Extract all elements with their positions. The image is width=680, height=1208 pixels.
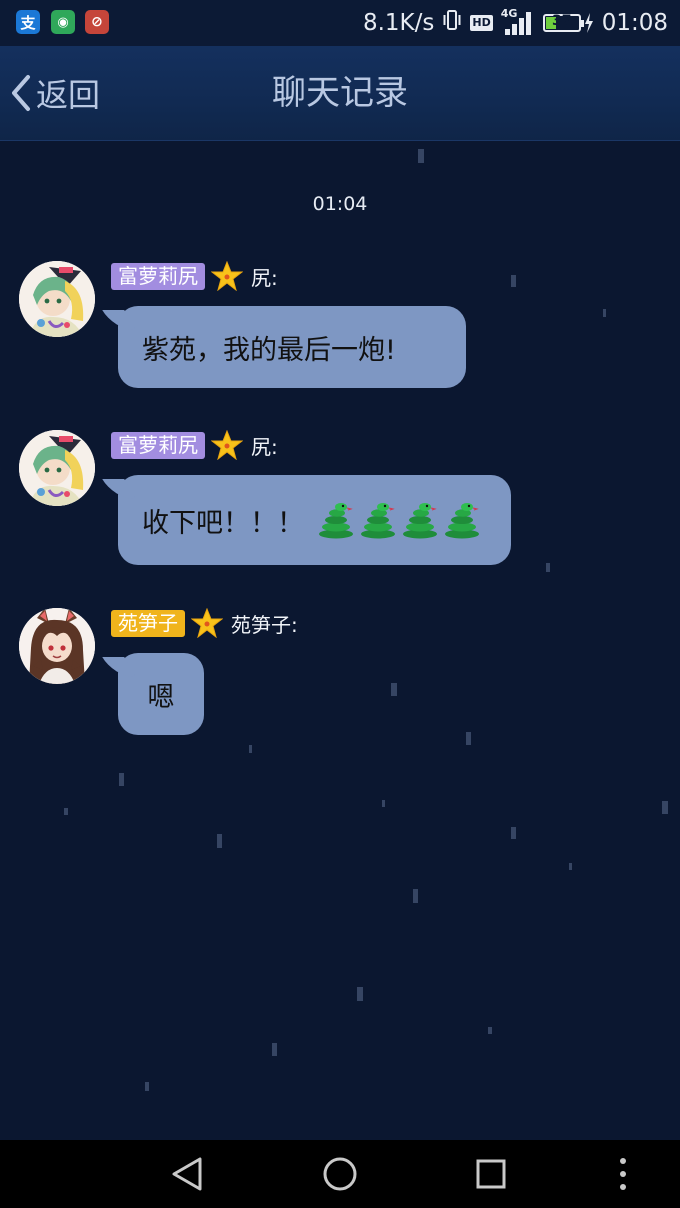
sender-name: 尻: xyxy=(251,265,278,290)
chat-message: 富萝莉尻 尻: 紫苑，我的最后一炮! xyxy=(0,261,680,391)
background-speck xyxy=(357,987,363,1001)
clock: 01:08 xyxy=(601,10,668,36)
nav-back-button[interactable] xyxy=(168,1154,208,1194)
member-title-tag: 苑笋子 xyxy=(111,609,185,637)
nav-recents-button[interactable] xyxy=(471,1154,511,1194)
star-icon xyxy=(211,430,243,460)
star-icon xyxy=(191,608,223,638)
message-bubble[interactable]: 紫苑，我的最后一炮! xyxy=(118,306,466,388)
background-speck xyxy=(64,808,68,815)
network-speed: 8.1K/s xyxy=(362,10,435,36)
background-speck xyxy=(662,801,668,814)
title-bar: 返回 聊天记录 xyxy=(0,46,680,141)
snake-emoji-icon xyxy=(319,503,353,539)
background-speck xyxy=(145,1082,149,1091)
star-icon xyxy=(211,261,243,291)
snake-emoji-icon xyxy=(361,503,395,539)
square-recents-icon xyxy=(476,1159,506,1189)
background-speck xyxy=(217,834,222,848)
nav-home-button[interactable] xyxy=(320,1154,360,1194)
vibrate-icon xyxy=(442,8,462,38)
alipay-icon: 支 xyxy=(16,10,40,34)
sender-name: 尻: xyxy=(251,434,278,459)
circle-home-icon xyxy=(323,1157,357,1191)
background-speck xyxy=(249,745,252,753)
chat-history[interactable]: 01:04 富萝莉尻 尻: 紫苑，我的最后一炮! 富萝莉尻 尻: 收下吧！！！ … xyxy=(0,141,680,1139)
chat-message: 富萝莉尻 尻: 收下吧！！！ xyxy=(0,430,680,570)
message-bubble[interactable]: 收下吧！！！ xyxy=(118,475,511,565)
snake-emoji-icon xyxy=(403,503,437,539)
avatar[interactable] xyxy=(19,261,95,337)
background-speck xyxy=(511,827,516,839)
message-bubble[interactable]: 嗯 xyxy=(118,653,204,735)
green-app-icon: ◉ xyxy=(51,10,75,34)
red-app-icon: ⊘ xyxy=(85,10,109,34)
signal-icon: 4G xyxy=(501,7,535,37)
sender-name: 苑笋子: xyxy=(231,612,298,637)
background-speck xyxy=(413,889,418,903)
message-text: 收下吧！！！ xyxy=(142,507,304,539)
background-speck xyxy=(382,800,385,807)
more-vertical-icon xyxy=(620,1158,626,1190)
background-speck xyxy=(418,149,424,163)
navigation-bar xyxy=(0,1140,680,1208)
background-speck xyxy=(569,863,572,870)
triangle-back-icon xyxy=(172,1157,202,1191)
charging-icon xyxy=(584,13,593,33)
hd-badge: HD xyxy=(470,15,493,31)
snake-emoji-icon xyxy=(445,503,479,539)
avatar[interactable] xyxy=(19,430,95,506)
member-title-tag: 富萝莉尻 xyxy=(111,431,205,459)
chat-message: 苑笋子 苑笋子: 嗯 xyxy=(0,608,680,738)
background-speck xyxy=(119,773,124,786)
battery-icon: 37 xyxy=(542,13,594,33)
status-bar: 支 ◉ ⊘ 8.1K/s HD 4G 37 01:08 xyxy=(0,0,680,46)
message-text: 紫苑，我的最后一炮! xyxy=(142,334,396,366)
emoji-group xyxy=(318,501,480,539)
avatar[interactable] xyxy=(19,608,95,684)
background-speck xyxy=(272,1043,277,1056)
page-title: 聊天记录 xyxy=(272,73,408,113)
nav-menu-button[interactable] xyxy=(603,1154,643,1194)
member-title-tag: 富萝莉尻 xyxy=(111,262,205,290)
message-text: 嗯 xyxy=(147,681,175,713)
background-speck xyxy=(488,1027,492,1034)
message-timestamp: 01:04 xyxy=(312,193,368,215)
